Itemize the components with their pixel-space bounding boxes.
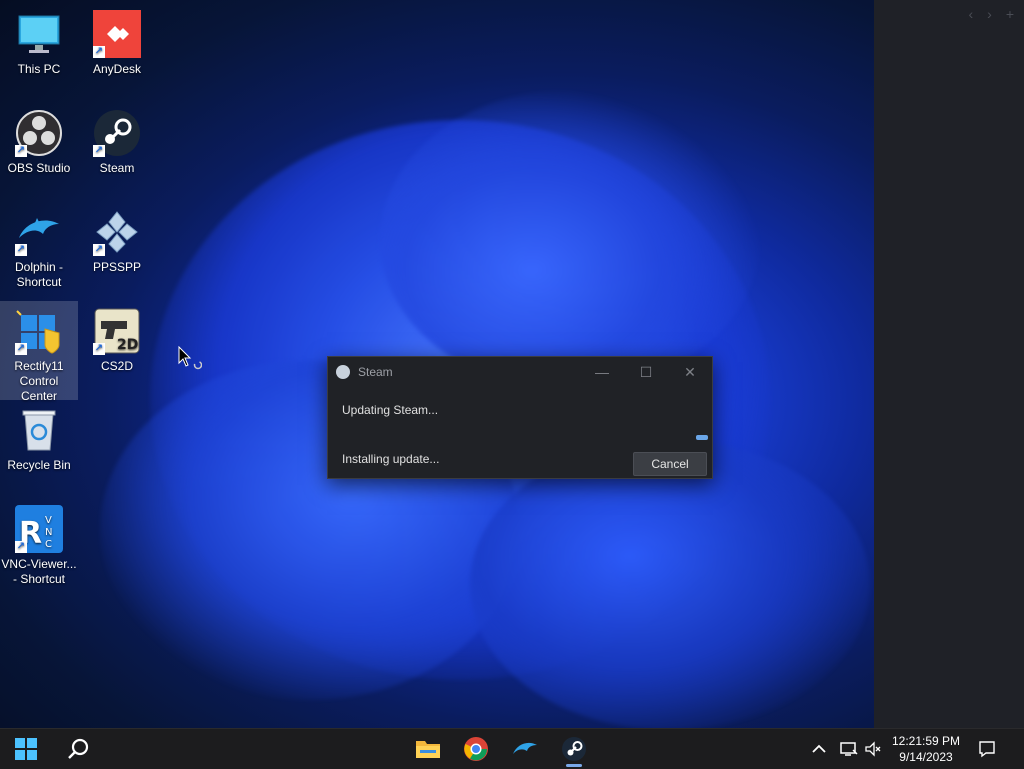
chrome-icon xyxy=(464,737,488,761)
desktop-icon-cs2d[interactable]: 2D ↗ CS2D xyxy=(78,301,156,374)
window-controls: — ☐ ✕ xyxy=(580,357,712,387)
taskbar-dolphin[interactable] xyxy=(505,729,545,769)
desktop-icon-label: This PC xyxy=(17,62,61,76)
side-panel-nav: ‹ › + xyxy=(968,6,1014,22)
svg-text:N: N xyxy=(45,527,52,538)
minimize-button[interactable]: — xyxy=(580,357,624,387)
notifications-button[interactable] xyxy=(972,729,1002,769)
shortcut-arrow-icon: ↗ xyxy=(93,46,105,58)
mouse-cursor-icon xyxy=(178,345,203,375)
forward-arrow-icon[interactable]: › xyxy=(987,6,992,22)
update-progress-bar xyxy=(342,435,708,440)
side-panel: ‹ › + xyxy=(874,0,1024,728)
desktop-icon-vnc-viewer[interactable]: RVNC ↗ VNC-Viewer... - Shortcut xyxy=(0,499,78,587)
rectify11-icon: ↗ xyxy=(15,307,63,355)
shortcut-arrow-icon: ↗ xyxy=(93,145,105,157)
cs2d-icon: 2D ↗ xyxy=(93,307,141,355)
shortcut-arrow-icon: ↗ xyxy=(93,343,105,355)
desktop-icon-rectify11[interactable]: ↗ Rectify11 Control Center xyxy=(0,301,78,403)
desktop-icon-anydesk[interactable]: ↗ AnyDesk xyxy=(78,4,156,77)
taskbar-file-explorer[interactable] xyxy=(408,729,448,769)
shortcut-arrow-icon: ↗ xyxy=(15,145,27,157)
network-icon xyxy=(840,742,858,756)
svg-text:V: V xyxy=(45,515,52,526)
system-clock[interactable]: 12:21:59 PM 9/14/2023 xyxy=(884,733,968,765)
volume-muted-icon xyxy=(865,741,881,757)
desktop-icon-obs-studio[interactable]: ↗ OBS Studio xyxy=(0,103,78,176)
desktop-icon-label: Dolphin - Shortcut xyxy=(14,260,64,289)
add-icon[interactable]: + xyxy=(1006,6,1014,22)
wallpaper-petal xyxy=(380,90,760,390)
svg-text:C: C xyxy=(45,539,52,550)
monitor-icon xyxy=(15,10,63,58)
volume-tray-button[interactable] xyxy=(860,729,886,769)
steam-update-dialog: Steam — ☐ ✕ Updating Steam... Installing… xyxy=(327,356,713,479)
taskbar: 12:21:59 PM 9/14/2023 xyxy=(0,728,1024,769)
desktop-icon-label: AnyDesk xyxy=(92,62,142,76)
progress-indicator xyxy=(696,435,708,440)
start-button[interactable] xyxy=(6,729,46,769)
notification-icon xyxy=(979,741,995,758)
update-detail-text: Installing update... xyxy=(342,452,440,466)
desktop-icon-dolphin[interactable]: ↗ Dolphin - Shortcut xyxy=(0,202,78,290)
search-button[interactable] xyxy=(58,729,98,769)
desktop-icon-label: PPSSPP xyxy=(92,260,142,274)
desktop-icon-label: CS2D xyxy=(100,359,133,373)
dialog-title: Steam xyxy=(358,365,393,379)
clock-time: 12:21:59 PM xyxy=(891,734,961,748)
cancel-button[interactable]: Cancel xyxy=(633,452,707,476)
show-hidden-icons-button[interactable] xyxy=(806,729,832,769)
shortcut-arrow-icon: ↗ xyxy=(93,244,105,256)
desktop-icon-label: Steam xyxy=(99,161,135,175)
desktop-icon-label: Rectify11 Control Center xyxy=(14,359,64,403)
dolphin-icon: ↗ xyxy=(15,208,63,256)
back-arrow-icon[interactable]: ‹ xyxy=(968,6,973,22)
chevron-up-icon xyxy=(812,744,826,753)
desktop: ‹ › + This PC ↗ AnyDesk ↗ OBS Studio ↗ S… xyxy=(0,0,1024,728)
close-button[interactable]: ✕ xyxy=(668,357,712,387)
wallpaper-petal xyxy=(470,440,870,728)
recycle-bin-icon xyxy=(15,406,63,454)
shortcut-arrow-icon: ↗ xyxy=(15,244,27,256)
desktop-icon-label: VNC-Viewer... - Shortcut xyxy=(1,557,77,586)
steam-icon xyxy=(336,365,350,379)
update-status-text: Updating Steam... xyxy=(342,403,439,417)
taskbar-steam[interactable] xyxy=(554,729,594,769)
desktop-icon-label: OBS Studio xyxy=(7,161,71,175)
steam-icon xyxy=(562,737,586,761)
clock-date: 9/14/2023 xyxy=(899,750,953,764)
dolphin-icon xyxy=(513,742,537,754)
network-tray-button[interactable] xyxy=(836,729,862,769)
desktop-icon-label: Recycle Bin xyxy=(7,458,71,472)
obs-icon: ↗ xyxy=(15,109,63,157)
desktop-icon-this-pc[interactable]: This PC xyxy=(0,4,78,77)
desktop-icon-ppsspp[interactable]: ↗ PPSSPP xyxy=(78,202,156,275)
taskbar-chrome[interactable] xyxy=(456,729,496,769)
desktop-icon-steam[interactable]: ↗ Steam xyxy=(78,103,156,176)
anydesk-icon: ↗ xyxy=(93,10,141,58)
vnc-viewer-icon: RVNC ↗ xyxy=(15,505,63,553)
svg-text:2D: 2D xyxy=(117,337,138,353)
ppsspp-icon: ↗ xyxy=(93,208,141,256)
search-icon xyxy=(68,738,89,759)
shortcut-arrow-icon: ↗ xyxy=(15,343,27,355)
folder-icon xyxy=(416,741,440,758)
maximize-button[interactable]: ☐ xyxy=(624,357,668,387)
steam-icon: ↗ xyxy=(93,109,141,157)
desktop-icon-recycle-bin[interactable]: Recycle Bin xyxy=(0,400,78,473)
shortcut-arrow-icon: ↗ xyxy=(15,541,27,553)
windows-logo-icon xyxy=(15,738,37,760)
